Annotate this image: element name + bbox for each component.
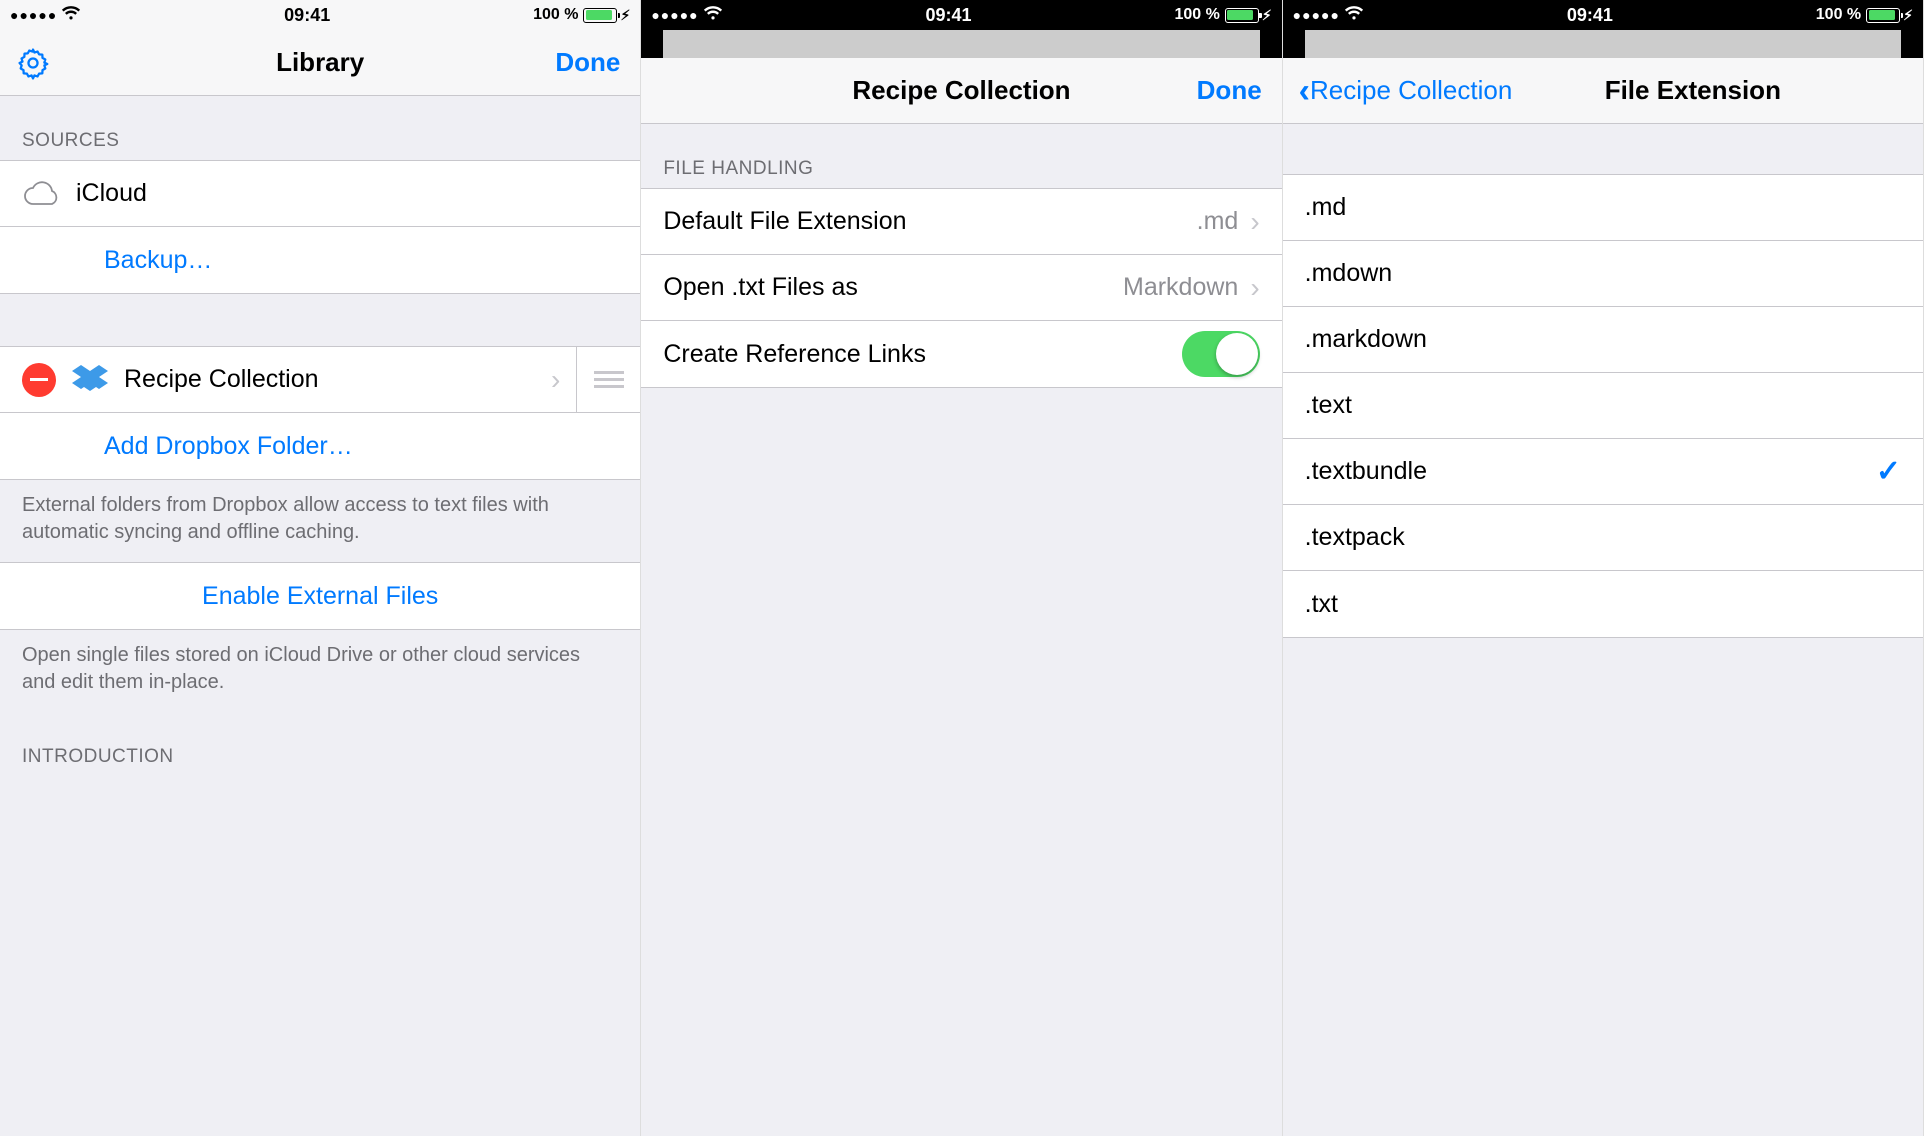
status-time: 09:41: [284, 5, 330, 26]
battery-text: 100 %: [1174, 6, 1219, 24]
backup-button[interactable]: Backup…: [0, 227, 640, 293]
status-time: 09:41: [1567, 5, 1613, 26]
chevron-left-icon: ‹: [1299, 74, 1310, 108]
nav-bar: ‹ Recipe Collection File Extension: [1283, 58, 1923, 124]
delete-icon[interactable]: [22, 363, 56, 397]
done-button[interactable]: Done: [555, 30, 620, 95]
chevron-right-icon: ›: [1250, 206, 1259, 238]
settings-button[interactable]: [16, 30, 50, 95]
charging-icon: ⚡︎: [620, 7, 630, 24]
battery-icon: [1866, 8, 1900, 23]
battery-text: 100 %: [533, 6, 578, 24]
ext-option[interactable]: .md: [1283, 175, 1923, 241]
default-ext-value: .md: [1197, 207, 1239, 236]
ext-option[interactable]: .markdown: [1283, 307, 1923, 373]
signal-icon: ●●●●●: [651, 7, 698, 23]
signal-icon: ●●●●●: [10, 7, 57, 23]
status-time: 09:41: [926, 5, 972, 26]
wifi-icon: [61, 5, 81, 26]
nav-title: Recipe Collection: [852, 75, 1070, 106]
external-footer: Open single files stored on iCloud Drive…: [0, 630, 640, 712]
ext-option[interactable]: .textbundle✓: [1283, 439, 1923, 505]
icloud-row[interactable]: iCloud: [0, 161, 640, 227]
default-ext-label: Default File Extension: [663, 207, 1196, 236]
open-txt-row[interactable]: Open .txt Files as Markdown ›: [641, 255, 1281, 321]
cloud-icon: [22, 181, 62, 207]
wifi-icon: [703, 5, 723, 26]
screen-file-extension: ●●●●● 09:41 100 % ⚡︎ ‹ Recipe Collection…: [1283, 0, 1924, 1136]
ext-option[interactable]: .textpack: [1283, 505, 1923, 571]
charging-icon: ⚡︎: [1262, 7, 1272, 24]
open-txt-label: Open .txt Files as: [663, 273, 1123, 302]
checkmark-icon: ✓: [1876, 454, 1901, 489]
ext-option[interactable]: .mdown: [1283, 241, 1923, 307]
battery-icon: [583, 8, 617, 23]
screen-recipe-collection: ●●●●● 09:41 100 % ⚡︎ Recipe Collection D…: [641, 0, 1282, 1136]
charging-icon: ⚡︎: [1903, 7, 1913, 24]
back-button[interactable]: ‹ Recipe Collection: [1299, 58, 1513, 123]
nav-bar: Recipe Collection Done: [641, 58, 1281, 124]
ext-option[interactable]: .txt: [1283, 571, 1923, 637]
create-reference-links-row: Create Reference Links: [641, 321, 1281, 387]
status-bar: ●●●●● 09:41 100 % ⚡︎: [0, 0, 640, 30]
section-intro-header: INTRODUCTION: [0, 712, 640, 776]
dropbox-footer: External folders from Dropbox allow acce…: [0, 480, 640, 562]
status-bar: ●●●●● 09:41 100 % ⚡︎: [641, 0, 1281, 30]
add-dropbox-button[interactable]: Add Dropbox Folder…: [0, 413, 640, 479]
nav-title: File Extension: [1605, 75, 1781, 106]
section-sources-header: SOURCES: [0, 96, 640, 160]
extension-list: .md .mdown .markdown .text .textbundle✓ …: [1283, 174, 1923, 638]
battery-icon: [1225, 8, 1259, 23]
reorder-handle[interactable]: [576, 347, 640, 412]
enable-external-button[interactable]: Enable External Files: [0, 563, 640, 629]
chevron-right-icon: ›: [551, 364, 560, 396]
battery-text: 100 %: [1816, 6, 1861, 24]
recipe-collection-row[interactable]: Recipe Collection ›: [0, 347, 640, 413]
default-file-extension-row[interactable]: Default File Extension .md ›: [641, 189, 1281, 255]
icloud-label: iCloud: [76, 179, 618, 208]
ext-option[interactable]: .text: [1283, 373, 1923, 439]
recipe-collection-label: Recipe Collection: [124, 365, 551, 394]
section-file-handling-header: FILE HANDLING: [641, 124, 1281, 188]
chevron-right-icon: ›: [1250, 272, 1259, 304]
open-txt-value: Markdown: [1123, 273, 1238, 302]
done-button[interactable]: Done: [1197, 58, 1262, 123]
ref-links-toggle[interactable]: [1182, 331, 1260, 377]
signal-icon: ●●●●●: [1293, 7, 1340, 23]
ref-links-label: Create Reference Links: [663, 340, 1181, 369]
status-bar: ●●●●● 09:41 100 % ⚡︎: [1283, 0, 1923, 30]
wifi-icon: [1344, 5, 1364, 26]
nav-bar: Library Done: [0, 30, 640, 96]
screen-library: ●●●●● 09:41 100 % ⚡︎ Library Done SOURCE…: [0, 0, 641, 1136]
dropbox-icon: [70, 365, 110, 395]
nav-title: Library: [276, 47, 364, 78]
